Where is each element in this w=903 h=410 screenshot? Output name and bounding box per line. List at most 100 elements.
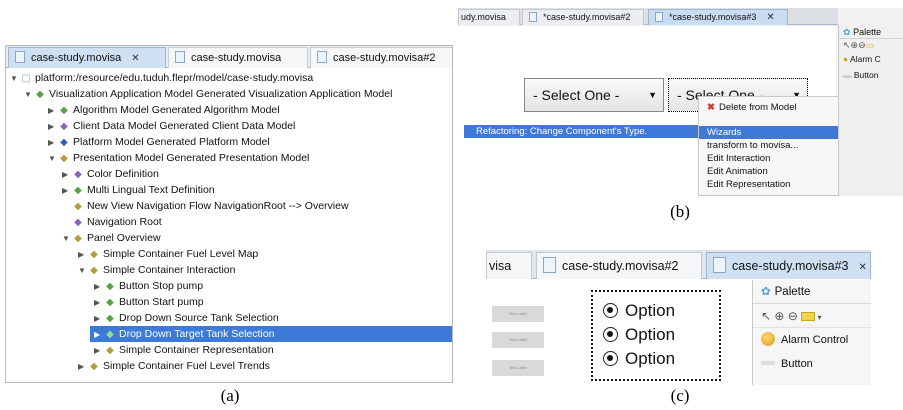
- tree-item-resource-root[interactable]: ▼ ▢ platform:/resource/edu.tuduh.flepr/mod…: [10, 70, 313, 86]
- expanded-triangle-icon[interactable]: ▼: [48, 151, 58, 167]
- tree-item-fuel-level-trends[interactable]: ▶ ◆ Simple Container Fuel Level Trends: [78, 358, 270, 374]
- tree-item-client-data-model[interactable]: ▶ ◆ Client Data Model Generated Client Dat…: [48, 118, 295, 134]
- dropdown-arrow-icon[interactable]: ▼: [648, 79, 657, 111]
- palette-item-label: Alarm C: [850, 54, 881, 64]
- palette-tools[interactable]: ↖⊕⊖▭: [839, 39, 903, 51]
- select-arrow-icon[interactable]: ↖: [761, 309, 771, 323]
- tree-item-target-tank-dropdown-selected[interactable]: ▶ ◆ Drop Down Target Tank Selection: [90, 326, 452, 343]
- palette-item-alarm-control[interactable]: ● Alarm C: [839, 51, 903, 67]
- note-icon[interactable]: ▭: [866, 40, 875, 50]
- tree-item-container-interaction[interactable]: ▼ ◆ Simple Container Interaction: [78, 262, 236, 278]
- palette-title: Palette: [774, 286, 811, 298]
- expanded-triangle-icon[interactable]: ▼: [78, 263, 88, 279]
- collapsed-triangle-icon[interactable]: ▶: [48, 119, 58, 135]
- radio-option[interactable]: Option: [603, 300, 675, 322]
- menu-item-label: Edit Interaction: [707, 153, 771, 164]
- tree-item-algorithm-model[interactable]: ▶ ◆ Algorithm Model Generated Algorithm Mo…: [48, 102, 280, 118]
- tree-item-label: Presentation Model Generated Presentatio…: [73, 152, 310, 164]
- collapsed-triangle-icon[interactable]: ▶: [94, 311, 104, 327]
- text-label-widget[interactable]: Text Label: [492, 360, 544, 376]
- tree-item-panel-overview[interactable]: ▼ ◆ Panel Overview: [62, 230, 161, 246]
- tab-label: *case-study.movisa#2: [543, 12, 631, 22]
- palette-item-button[interactable]: Button: [753, 352, 871, 376]
- file-icon: [655, 12, 663, 22]
- collapsed-triangle-icon[interactable]: ▶: [62, 183, 72, 199]
- tree-item-color-definition[interactable]: ▶ ◆ Color Definition: [62, 166, 159, 182]
- zoom-out-icon[interactable]: ⊖: [788, 309, 798, 323]
- expanded-triangle-icon[interactable]: ▼: [24, 87, 34, 103]
- tree-item-multi-lingual-text[interactable]: ▶ ◆ Multi Lingual Text Definition: [62, 182, 215, 198]
- tree-item-button-stop-pump[interactable]: ▶ ◆ Button Stop pump: [94, 278, 203, 294]
- select-arrow-icon[interactable]: ↖: [843, 40, 851, 50]
- expanded-triangle-icon[interactable]: ▼: [10, 71, 20, 87]
- model-node-icon: ◆: [60, 137, 68, 148]
- tree-item-source-tank-dropdown[interactable]: ▶ ◆ Drop Down Source Tank Selection: [94, 310, 279, 326]
- menu-item-label: Delete from Model: [718, 102, 797, 113]
- tab-case-study-movisa[interactable]: case-study.movisa: [168, 47, 308, 68]
- radio-option-label: Option: [625, 349, 676, 368]
- tab-label: case-study.movisa#2: [333, 52, 436, 64]
- refactoring-menu-item[interactable]: Refactoring: Change Component's Type.: [464, 125, 704, 138]
- radio-button-icon[interactable]: [603, 303, 618, 318]
- model-node-icon: ◆: [106, 345, 114, 356]
- collapsed-triangle-icon[interactable]: ▶: [62, 167, 72, 183]
- tab-case-study-movisa-active[interactable]: case-study.movisa ✕: [8, 47, 166, 68]
- tab-case-study-movisa-2[interactable]: case-study.movisa#2: [536, 252, 702, 279]
- radio-option[interactable]: Option: [603, 348, 675, 370]
- select-one-dropdown[interactable]: - Select One - ▼: [524, 78, 664, 112]
- collapsed-triangle-icon[interactable]: ▶: [94, 327, 104, 343]
- text-label-widget[interactable]: Text Label: [492, 332, 544, 348]
- close-icon[interactable]: ✕: [131, 53, 139, 64]
- tab-case-study-movisa-2[interactable]: *case-study.movisa#2: [522, 9, 644, 25]
- palette-panel: ✿ Palette ↖ ⊕ ⊖ ▾ Alarm Control Button: [752, 280, 871, 385]
- collapsed-triangle-icon[interactable]: ▶: [94, 295, 104, 311]
- palette-tools[interactable]: ↖ ⊕ ⊖ ▾: [753, 304, 871, 328]
- radio-button-icon[interactable]: [603, 327, 618, 342]
- tree-item-platform-model[interactable]: ▶ ◆ Platform Model Generated Platform Mode…: [48, 134, 270, 150]
- tab-case-study-movisa-3-active[interactable]: case-study.movisa#3 ✕: [706, 252, 871, 279]
- tree-item-label: Visualization Application Model Generate…: [49, 88, 393, 100]
- close-icon[interactable]: ✕: [766, 12, 774, 23]
- radio-group-selected[interactable]: Option Option Option: [591, 290, 721, 381]
- caption-a: (a): [220, 386, 240, 405]
- tab-label: *case-study.movisa#3: [669, 12, 757, 22]
- collapsed-triangle-icon[interactable]: ▶: [48, 135, 58, 151]
- tab-case-study-movisa[interactable]: visa: [486, 252, 532, 279]
- tree-item-navigation-root[interactable]: ◆ Navigation Root: [72, 214, 162, 230]
- palette-header: ✿ Palette: [753, 280, 871, 304]
- tree-item-label: Algorithm Model Generated Algorithm Mode…: [73, 104, 280, 116]
- close-icon[interactable]: ✕: [859, 262, 867, 273]
- radio-button-icon[interactable]: [603, 351, 618, 366]
- tab-case-study-movisa-2[interactable]: case-study.movisa#2: [310, 47, 452, 68]
- collapsed-triangle-icon[interactable]: ▶: [94, 343, 104, 359]
- collapsed-triangle-icon[interactable]: ▶: [48, 103, 58, 119]
- palette-item-alarm-control[interactable]: Alarm Control: [753, 328, 871, 352]
- collapsed-triangle-icon[interactable]: ▶: [78, 247, 88, 263]
- radio-option[interactable]: Option: [603, 324, 675, 346]
- tree-item-visualization-application-model[interactable]: ▼ ◆ Visualization Application Model Genera…: [24, 86, 392, 102]
- radio-option-label: Option: [625, 301, 676, 320]
- zoom-out-icon[interactable]: ⊖: [858, 40, 866, 50]
- zoom-in-icon[interactable]: ⊕: [851, 40, 859, 50]
- collapsed-triangle-icon[interactable]: ▶: [78, 359, 88, 375]
- collapsed-triangle-icon[interactable]: ▶: [94, 279, 104, 295]
- alarm-icon: ●: [843, 54, 849, 64]
- chevron-down-icon[interactable]: ▾: [815, 313, 821, 322]
- text-label-widget[interactable]: Text Label: [492, 306, 544, 322]
- tree-item-fuel-level-map[interactable]: ▶ ◆ Simple Container Fuel Level Map: [78, 246, 258, 262]
- expanded-triangle-icon[interactable]: ▼: [62, 231, 72, 247]
- note-icon[interactable]: [801, 312, 816, 321]
- tab-case-study-movisa-3-active[interactable]: *case-study.movisa#3 ✕: [648, 9, 788, 25]
- tree-item-navigation-flow[interactable]: ◆ New View Navigation Flow NavigationRoot…: [72, 198, 348, 214]
- palette-item-button[interactable]: ▬ Button: [839, 67, 903, 83]
- editor-tab-bar: udy.movisa *case-study.movisa#2 *case-st…: [458, 8, 838, 25]
- panel-a-tree-editor: case-study.movisa ✕ case-study.movisa cas…: [5, 45, 453, 383]
- tree-item-button-start-pump[interactable]: ▶ ◆ Button Start pump: [94, 294, 204, 310]
- tree-item-label: Color Definition: [87, 168, 159, 180]
- tab-case-study-movisa[interactable]: udy.movisa: [458, 9, 520, 25]
- diagram-canvas[interactable]: Text Label Text Label Text Label Option …: [486, 280, 752, 385]
- zoom-in-icon[interactable]: ⊕: [774, 309, 784, 323]
- editor-tab-bar: case-study.movisa ✕ case-study.movisa cas…: [6, 46, 452, 68]
- tree-item-container-representation[interactable]: ▶ ◆ Simple Container Representation: [94, 342, 274, 358]
- tree-item-presentation-model[interactable]: ▼ ◆ Presentation Model Generated Presentat…: [48, 150, 309, 166]
